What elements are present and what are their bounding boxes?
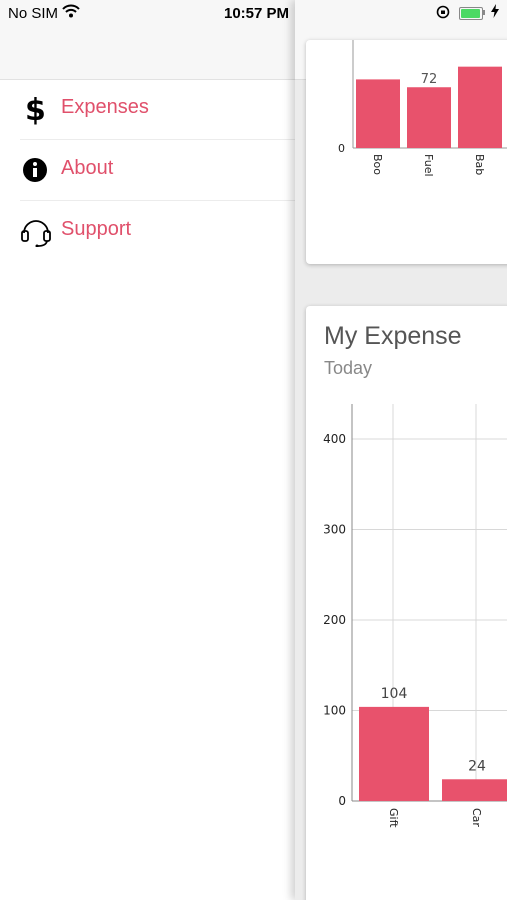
y-tick-label: 0 <box>338 794 346 808</box>
card-subtitle: Today <box>324 358 373 378</box>
menu-label-about: About <box>61 157 114 179</box>
menu-item-about[interactable]: About <box>20 140 295 201</box>
data-label: 104 <box>381 686 408 702</box>
main-panel: M 0BooFuel72Bab My Expense Today 0100200… <box>295 0 507 900</box>
dollar-icon: $ <box>20 93 52 128</box>
y-tick-label: 300 <box>323 523 346 537</box>
info-icon <box>20 154 52 186</box>
status-time: 10:57 PM <box>224 5 290 22</box>
y-tick-label: 200 <box>323 613 346 627</box>
x-tick-label: Car <box>470 808 483 827</box>
wifi-icon <box>62 4 80 22</box>
rotation-lock-icon <box>436 5 450 23</box>
carrier-label: No SIM <box>8 5 59 22</box>
bar <box>442 779 507 801</box>
headset-icon <box>20 215 52 248</box>
menu-item-support[interactable]: Support <box>20 201 295 261</box>
menu-label-support: Support <box>61 218 132 240</box>
bar <box>407 87 451 148</box>
battery-icon <box>459 7 483 20</box>
x-tick-label: Bab <box>473 154 486 175</box>
bar <box>359 706 429 801</box>
drawer-menu: $ Expenses About Support <box>0 79 295 261</box>
chart-card-top: 0 Boo Fuel 72 Bab <box>306 40 507 264</box>
bar-chart-top: 0 Boo Fuel 72 Bab <box>338 40 507 177</box>
data-label: 24 <box>468 758 486 774</box>
y-tick-label: 0 <box>338 142 345 155</box>
svg-text:$: $ <box>25 93 46 125</box>
charging-icon <box>491 4 499 22</box>
chart-card-my-expense: My Expense Today 0 100 200 300 400 104 Gift 24 C… <box>306 306 507 900</box>
card-title: My Expense <box>324 322 462 350</box>
status-bar: No SIM 10:57 PM <box>0 0 507 28</box>
bar-chart-my-expense: 0 100 200 300 400 104 Gift 24 Car <box>323 404 507 828</box>
bar <box>356 79 400 148</box>
bar <box>458 66 502 148</box>
side-drawer: $ Expenses About Support <box>0 0 295 900</box>
x-tick-label: Fuel <box>422 154 435 177</box>
y-tick-label: 100 <box>323 704 346 718</box>
menu-label-expenses: Expenses <box>61 96 149 118</box>
x-tick-label: Gift <box>387 808 400 828</box>
data-label: 72 <box>421 72 438 87</box>
x-tick-label: Boo <box>371 154 384 175</box>
menu-item-expenses[interactable]: $ Expenses <box>20 79 295 140</box>
y-tick-label: 400 <box>323 432 346 446</box>
